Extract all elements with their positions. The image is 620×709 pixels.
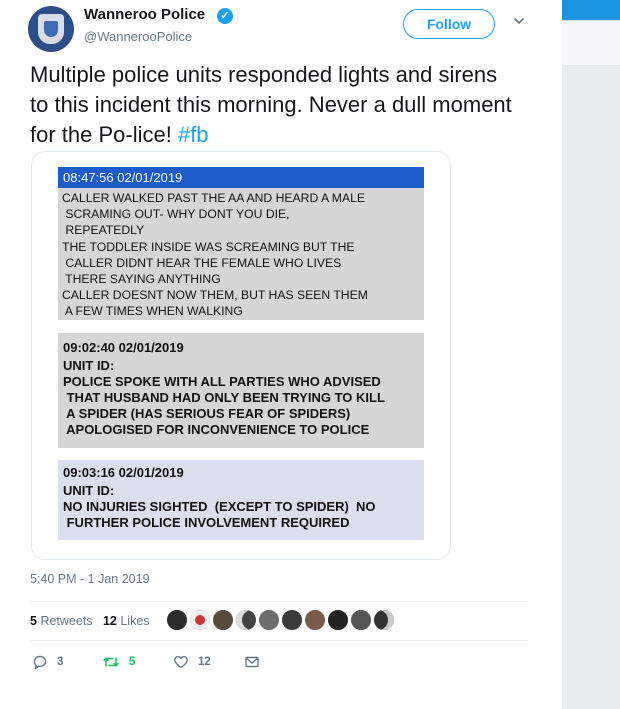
police-badge-icon xyxy=(38,14,64,44)
divider xyxy=(30,640,528,641)
chevron-down-icon[interactable] xyxy=(511,13,527,29)
tweet-timestamp[interactable]: 5:40 PM - 1 Jan 2019 xyxy=(30,572,150,586)
log-line: APOLOGISED FOR INCONVENIENCE TO POLICE xyxy=(63,422,370,437)
log-text: CALLER WALKED PAST THE AA AND HEARD A MA… xyxy=(58,188,424,320)
liker-avatar[interactable] xyxy=(166,609,188,631)
log-line: CALLER WALKED PAST THE AA AND HEARD A MA… xyxy=(62,191,365,205)
page-gutter xyxy=(562,0,620,709)
retweets-label[interactable]: Retweets xyxy=(40,614,92,628)
likes-label[interactable]: Likes xyxy=(120,614,149,628)
liker-avatar[interactable] xyxy=(258,609,280,631)
log-line: A SPIDER (HAS SERIOUS FEAR OF SPIDERS) xyxy=(63,406,351,421)
display-name[interactable]: Wanneroo Police xyxy=(84,6,205,23)
tweet-text: Multiple police units responded lights a… xyxy=(30,60,520,150)
liker-avatar[interactable] xyxy=(212,609,234,631)
log-line: THE TODDLER INSIDE WAS SCREAMING BUT THE xyxy=(62,239,355,254)
liker-avatar[interactable] xyxy=(304,609,326,631)
liker-avatar[interactable] xyxy=(373,609,395,631)
log-timestamp: 09:02:40 02/01/2019 xyxy=(63,340,184,355)
likes-count[interactable]: 12 xyxy=(103,614,117,628)
liker-avatar[interactable] xyxy=(235,609,257,631)
log-line: FURTHER POLICE INVOLVEMENT REQUIRED xyxy=(63,515,350,530)
retweet-icon xyxy=(102,654,120,670)
like-button[interactable]: 12 xyxy=(173,654,211,670)
reply-icon xyxy=(32,654,48,670)
reply-count: 3 xyxy=(57,656,64,668)
retweet-count: 5 xyxy=(129,656,136,668)
log-line: SCRAMING OUT- WHY DONT YOU DIE, xyxy=(62,207,290,222)
log-line: THERE SAYING ANYTHING xyxy=(62,272,221,287)
retweets-count[interactable]: 5 xyxy=(30,614,37,628)
tweet-body: Multiple police units responded lights a… xyxy=(30,62,512,147)
log-line: THAT HUSBAND HAD ONLY BEEN TRYING TO KIL… xyxy=(63,390,385,405)
direct-message-button[interactable] xyxy=(244,654,260,670)
log-line: CALLER DIDNT HEAR THE FEMALE WHO LIVES xyxy=(62,255,342,270)
log-timestamp: 08:47:56 02/01/2019 xyxy=(58,167,424,188)
liker-avatar[interactable] xyxy=(281,609,303,631)
log-line: CALLER DOESNT NOW THEM, BUT HAS SEEN THE… xyxy=(62,288,368,303)
reply-button[interactable]: 3 xyxy=(32,654,63,670)
log-timestamp: 09:03:16 02/01/2019 xyxy=(63,465,184,480)
incident-log-entry-3: 09:03:16 02/01/2019 UNIT ID: NO INJURIES… xyxy=(58,460,424,540)
side-card xyxy=(562,20,620,66)
hashtag-link[interactable]: #fb xyxy=(178,122,209,147)
log-line: A FEW TIMES WHEN WALKING xyxy=(62,304,243,319)
user-handle[interactable]: @WannerooPolice xyxy=(84,29,192,44)
top-nav-bar xyxy=(562,0,620,20)
divider xyxy=(30,601,528,602)
incident-log-entry-2: 09:02:40 02/01/2019 UNIT ID: POLICE SPOK… xyxy=(58,333,424,448)
engagement-stats: 5 Retweets 12 Likes xyxy=(30,614,150,628)
tweet-card: Wanneroo Police ✓ @WannerooPolice Follow… xyxy=(0,0,560,709)
liker-avatar[interactable] xyxy=(350,609,372,631)
avatar[interactable] xyxy=(28,6,74,52)
log-line: UNIT ID: xyxy=(63,483,115,498)
liker-avatar[interactable] xyxy=(327,609,349,631)
follow-button[interactable]: Follow xyxy=(403,9,495,39)
heart-icon xyxy=(173,654,189,670)
log-line: NO INJURIES SIGHTED (EXCEPT TO SPIDER) N… xyxy=(63,499,376,514)
log-line: REPEATEDLY xyxy=(62,223,145,238)
retweet-button[interactable]: 5 xyxy=(102,654,135,670)
log-line: UNIT ID: xyxy=(63,358,115,373)
verified-badge-icon: ✓ xyxy=(217,8,233,24)
envelope-icon xyxy=(244,654,260,670)
liker-avatar[interactable] xyxy=(189,609,211,631)
incident-log-entry-1: 08:47:56 02/01/2019 CALLER WALKED PAST T… xyxy=(58,167,424,320)
like-count: 12 xyxy=(198,656,211,668)
log-line: POLICE SPOKE WITH ALL PARTIES WHO ADVISE… xyxy=(63,374,381,389)
